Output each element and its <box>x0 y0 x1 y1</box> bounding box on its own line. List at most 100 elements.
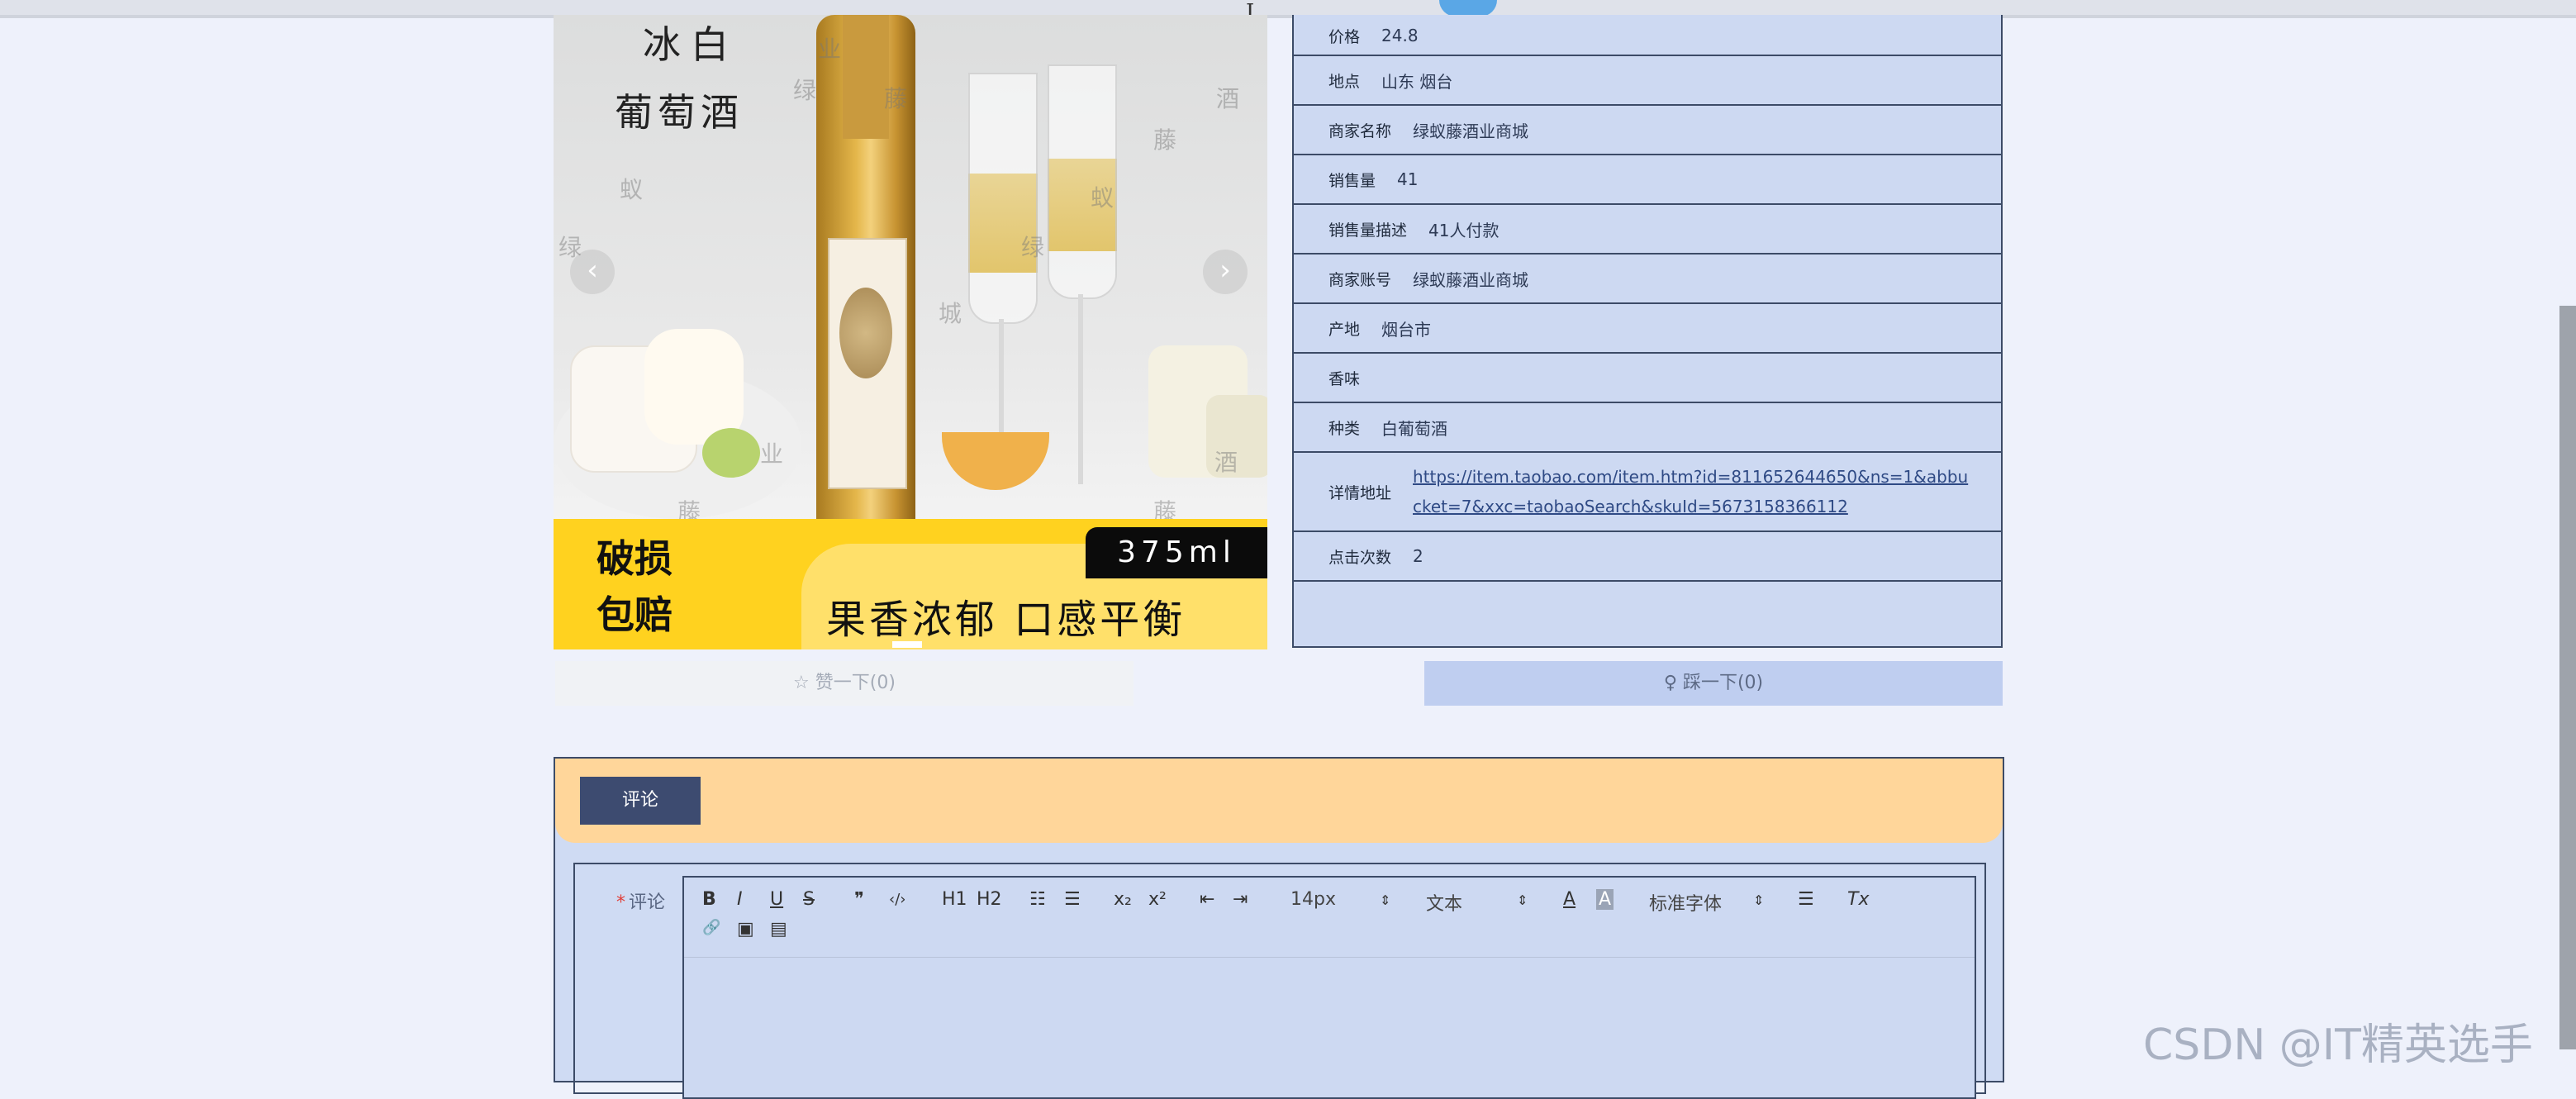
dislike-button[interactable]: ♀ 踩一下(0) <box>1424 661 2003 706</box>
detail-key: 种类 <box>1328 419 1361 438</box>
bullet-list-icon[interactable]: ☰ <box>1064 889 1081 910</box>
underline-button[interactable]: U <box>770 889 783 910</box>
image-watermark: 业 <box>818 36 842 63</box>
bold-button[interactable]: B <box>702 889 716 910</box>
image-glass-stem <box>1078 294 1083 484</box>
detail-key: 商家名称 <box>1328 121 1392 140</box>
italic-button[interactable]: I <box>737 889 743 910</box>
detail-value: 24.8 <box>1381 26 1419 45</box>
detail-value: 41人付款 <box>1428 220 1499 240</box>
carousel-next-button[interactable]: › <box>1203 250 1248 294</box>
indent-icon[interactable]: ⇥ <box>1233 889 1248 910</box>
tab-comment[interactable]: 评论 <box>580 777 701 825</box>
detail-value: 白葡萄酒 <box>1381 418 1448 439</box>
detail-row-type: 种类 白葡萄酒 <box>1294 402 2001 451</box>
format-select[interactable]: 文本 <box>1426 889 1462 916</box>
image-watermark: 城 <box>939 300 962 327</box>
quote-icon[interactable]: ❞ <box>854 889 864 910</box>
font-family-select[interactable]: 标准字体 <box>1649 889 1722 916</box>
detail-row-empty <box>1294 580 2001 646</box>
strike-button[interactable]: S <box>803 889 815 910</box>
detail-row-account: 商家账号 绿蚁藤酒业商城 <box>1294 253 2001 302</box>
detail-key: 地点 <box>1328 72 1361 91</box>
image-watermark: 藤 <box>884 85 908 112</box>
image-bottle-seal <box>839 288 892 378</box>
detail-key: 详情地址 <box>1328 483 1392 502</box>
page-scrollbar[interactable] <box>2559 306 2576 1049</box>
detail-value: 41 <box>1397 169 1419 189</box>
image-badge-line2: 包赔 <box>596 592 673 637</box>
product-image: 绿 业 藤 蚁 绿 城 绿 蚁 藤 酒 酒 藤 藤 业 冰白 葡萄酒 破损 包赔… <box>554 15 1267 649</box>
comment-label-text: 评论 <box>629 892 666 913</box>
image-title-line2: 葡萄酒 <box>615 90 744 135</box>
product-details-panel: 价格 24.8 地点 山东 烟台 商家名称 绿蚁藤酒业商城 销售量 41 销售量… <box>1292 15 2003 648</box>
image-slogan: 果香浓郁 口感平衡 <box>826 597 1186 643</box>
detail-row-sales-desc: 销售量描述 41人付款 <box>1294 203 2001 253</box>
image-glass <box>968 73 1038 324</box>
link-icon[interactable]: 🔗 <box>702 919 720 936</box>
image-volume-badge: 375ml <box>1086 527 1267 578</box>
detail-key: 香味 <box>1328 369 1361 388</box>
outdent-icon[interactable]: ⇤ <box>1200 889 1214 910</box>
detail-value: 2 <box>1413 546 1423 566</box>
detail-value: 山东 烟台 <box>1381 71 1453 92</box>
superscript-button[interactable]: x² <box>1148 889 1167 910</box>
image-badge-line1: 破损 <box>596 536 673 581</box>
csdn-watermark: CSDN @IT精英选手 <box>2143 1020 2533 1070</box>
image-watermark: 绿 <box>1021 234 1045 261</box>
required-mark: * <box>616 892 625 913</box>
video-icon[interactable]: ▤ <box>770 919 787 940</box>
image-watermark: 酒 <box>1214 449 1238 476</box>
h1-button[interactable]: H1 <box>942 889 967 910</box>
code-icon[interactable]: ‹/› <box>889 891 905 908</box>
like-button[interactable]: ☆ 赞一下(0) <box>555 661 1134 706</box>
comment-header: 评论 <box>555 759 2003 843</box>
image-watermark: 酒 <box>1216 85 1240 112</box>
image-bottle-neck <box>843 15 889 139</box>
detail-value: 烟台市 <box>1381 319 1432 340</box>
chevron-updown-icon: ⇕ <box>1517 892 1528 908</box>
chevron-updown-icon: ⇕ <box>1753 892 1765 908</box>
detail-value: 绿蚁藤酒业商城 <box>1413 121 1529 141</box>
detail-row-aroma: 香味 <box>1294 352 2001 402</box>
carousel-indicator[interactable] <box>892 641 922 648</box>
detail-key: 价格 <box>1328 27 1361 46</box>
detail-key: 产地 <box>1328 320 1361 339</box>
subscript-button[interactable]: x₂ <box>1114 889 1132 910</box>
comment-label: * 评论 <box>616 887 665 914</box>
detail-key: 销售量描述 <box>1328 221 1408 240</box>
comment-editor[interactable]: B I U S ❞ ‹/› H1 H2 ☷ ☰ x₂ x² ⇤ ⇥ 14px ⇕… <box>682 876 1976 1099</box>
detail-key: 销售量 <box>1328 171 1376 190</box>
image-flower <box>702 428 760 478</box>
detail-key: 点击次数 <box>1328 548 1392 567</box>
image-dessert <box>644 329 744 445</box>
detail-url-link[interactable]: https://item.taobao.com/item.htm?id=8116… <box>1391 462 1975 521</box>
detail-row-location: 地点 山东 烟台 <box>1294 55 2001 104</box>
detail-row-merchant: 商家名称 绿蚁藤酒业商城 <box>1294 104 2001 154</box>
image-title-line1: 冰白 <box>643 22 739 67</box>
detail-key: 商家账号 <box>1328 270 1392 289</box>
image-peach <box>942 432 1049 490</box>
ordered-list-icon[interactable]: ☷ <box>1029 889 1046 910</box>
text-color-icon[interactable]: A <box>1563 889 1576 910</box>
comment-panel: 评论 * 评论 B I U S ❞ ‹/› H1 H2 ☷ ☰ x₂ x² ⇤ ⇥… <box>554 757 2004 1099</box>
clear-format-icon[interactable]: Tx <box>1847 889 1869 910</box>
align-icon[interactable]: ☰ <box>1798 889 1814 910</box>
image-watermark: 藤 <box>1153 126 1177 154</box>
background-color-icon[interactable]: A <box>1596 889 1614 910</box>
image-watermark: 业 <box>760 440 784 468</box>
font-size-select[interactable]: 14px <box>1290 889 1336 910</box>
image-icon[interactable]: ▣ <box>737 919 754 940</box>
comment-form: * 评论 B I U S ❞ ‹/› H1 H2 ☷ ☰ x₂ x² ⇤ ⇥ 14… <box>573 863 1986 1099</box>
detail-row-origin: 产地 烟台市 <box>1294 302 2001 352</box>
image-watermark: 绿 <box>793 77 817 104</box>
image-watermark: 蚁 <box>1091 184 1115 212</box>
detail-row-clicks: 点击次数 2 <box>1294 530 2001 580</box>
detail-row-price: 价格 24.8 <box>1294 15 2001 56</box>
carousel-prev-button[interactable]: ‹ <box>570 250 615 294</box>
detail-row-sales: 销售量 41 <box>1294 154 2001 203</box>
image-watermark: 蚁 <box>620 176 644 203</box>
editor-toolbar: B I U S ❞ ‹/› H1 H2 ☷ ☰ x₂ x² ⇤ ⇥ 14px ⇕… <box>684 878 1975 958</box>
h2-button[interactable]: H2 <box>977 889 1002 910</box>
detail-row-url: 详情地址 https://item.taobao.com/item.htm?id… <box>1294 451 2001 530</box>
